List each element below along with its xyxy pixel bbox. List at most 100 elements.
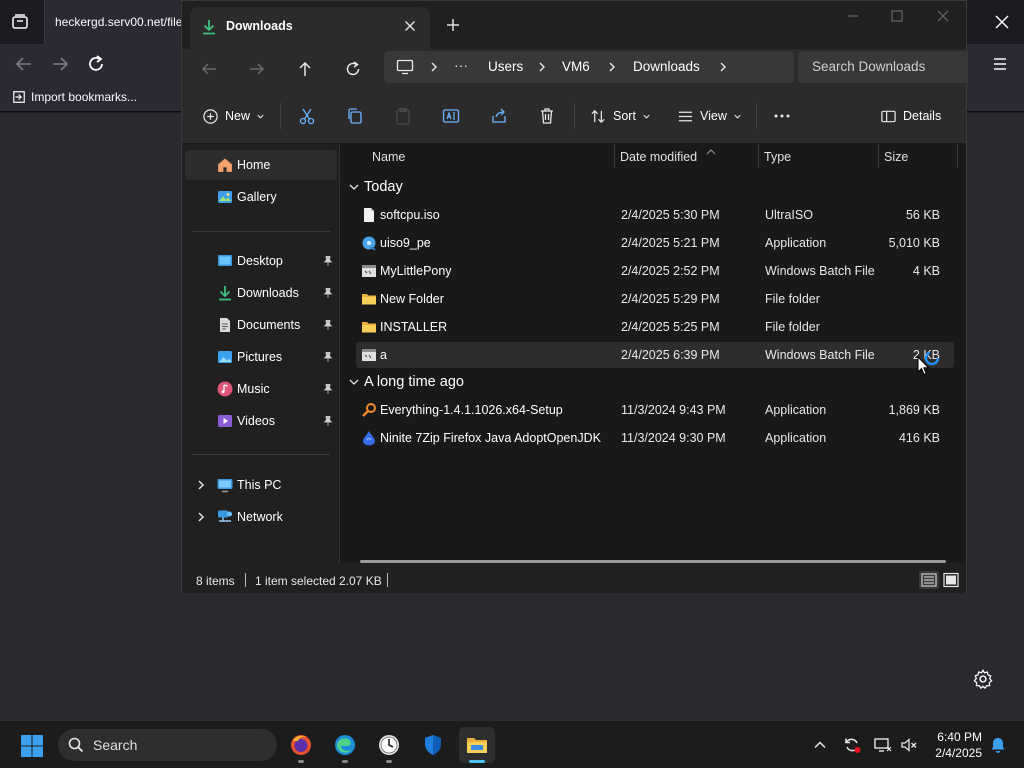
back-icon[interactable] (196, 56, 222, 82)
refresh-icon[interactable] (340, 56, 366, 82)
up-icon[interactable] (292, 56, 318, 82)
pin-icon[interactable] (322, 287, 334, 299)
file-list: Name Date modified Type Size Today softc… (342, 144, 966, 563)
nav-item-music[interactable]: Music (185, 374, 337, 404)
tab-list-icon[interactable] (10, 12, 30, 32)
tab-close-icon[interactable] (402, 18, 418, 34)
search-downloads-input[interactable]: Search Downloads (798, 51, 968, 83)
running-indicator (386, 760, 392, 763)
breadcrumb-users[interactable]: Users (488, 59, 523, 74)
nav-item-pictures[interactable]: Pictures (185, 342, 337, 372)
browser-tab[interactable]: heckergd.serv00.net/file (44, 0, 189, 44)
details-pane-button[interactable]: Details (880, 104, 941, 128)
more-options-icon[interactable] (772, 106, 792, 126)
pin-icon[interactable] (322, 255, 334, 267)
chevron-down-icon (734, 114, 741, 119)
volume-muted-icon[interactable] (899, 735, 919, 755)
pin-icon[interactable] (322, 415, 334, 427)
taskbar-file-explorer[interactable] (459, 727, 495, 763)
minimize-icon[interactable] (844, 7, 862, 25)
group-label: A long time ago (364, 374, 464, 390)
new-tab-icon[interactable] (444, 16, 462, 34)
file-name: softcpu.iso (380, 208, 440, 222)
nav-item-gallery[interactable]: Gallery (185, 182, 337, 212)
large-icons-view-icon[interactable] (941, 571, 961, 589)
taskbar-date: 2/4/2025 (935, 746, 982, 760)
nav-item-network[interactable]: Network (185, 502, 337, 532)
file-type: Application (765, 403, 827, 417)
rename-icon[interactable] (441, 106, 461, 126)
column-separator[interactable] (878, 144, 879, 168)
address-field[interactable]: ··· Users VM6 Downloads (384, 51, 794, 83)
view-list-icon (678, 111, 693, 121)
cut-icon[interactable] (297, 106, 317, 126)
view-button[interactable]: View (677, 104, 742, 128)
show-hidden-icons-chevron-icon[interactable] (810, 735, 830, 755)
sort-button[interactable]: Sort (590, 104, 651, 128)
nav-item-home[interactable]: Home (185, 150, 337, 180)
pin-icon[interactable] (322, 351, 334, 363)
settings-gear-icon[interactable] (972, 668, 994, 690)
breadcrumb-vm6[interactable]: VM6 (562, 59, 590, 74)
nav-item-videos[interactable]: Videos (185, 406, 337, 436)
group-header-today[interactable]: Today (348, 177, 403, 197)
column-separator[interactable] (957, 144, 958, 168)
forward-icon[interactable] (244, 56, 270, 82)
file-size: 56 KB (905, 208, 940, 222)
details-view-icon[interactable] (919, 571, 939, 589)
import-bookmarks-link[interactable]: Import bookmarks... (12, 90, 137, 104)
browser-close-icon[interactable] (992, 12, 1012, 32)
delete-icon[interactable] (537, 106, 557, 126)
explorer-tab-downloads[interactable]: Downloads (190, 7, 430, 49)
taskbar-edge[interactable] (327, 727, 363, 763)
column-header-type[interactable]: Type (764, 150, 791, 164)
table-row[interactable]: MyLittlePony 2/4/2025 2:52 PM Windows Ba… (356, 258, 954, 284)
browser-reload-icon[interactable] (84, 52, 108, 76)
table-row[interactable]: New Folder 2/4/2025 5:29 PM File folder (356, 286, 954, 312)
table-row[interactable]: Ninite 7Zip Firefox Java AdoptOpenJDK x.… (356, 425, 954, 451)
browser-back-icon[interactable] (12, 52, 36, 76)
nav-item-this-pc[interactable]: This PC (185, 470, 337, 500)
new-button[interactable]: New (202, 104, 265, 128)
browser-menu-icon[interactable] (988, 52, 1012, 76)
file-type: Windows Batch File (765, 348, 875, 362)
column-header-name[interactable]: Name (372, 150, 405, 164)
taskbar-search-box[interactable]: Search (58, 729, 277, 761)
maximize-icon[interactable] (888, 7, 906, 25)
column-separator[interactable] (758, 144, 759, 168)
network-display-icon[interactable] (873, 735, 893, 755)
close-window-icon[interactable] (934, 7, 952, 25)
table-row[interactable]: Everything-1.4.1.1026.x64-Setup 11/3/202… (356, 397, 954, 423)
nav-divider (192, 454, 330, 455)
taskbar-clock[interactable]: 6:40 PM 2/4/2025 (926, 729, 982, 761)
pin-icon[interactable] (322, 383, 334, 395)
table-row[interactable]: uiso9_pe 2/4/2025 5:21 PM Application 5,… (356, 230, 954, 256)
expand-chevron-icon[interactable] (195, 511, 207, 523)
breadcrumb-downloads[interactable]: Downloads (633, 59, 700, 74)
column-header-size[interactable]: Size (884, 150, 908, 164)
taskbar-defender[interactable] (415, 727, 451, 763)
column-separator[interactable] (614, 144, 615, 168)
notification-bell-icon[interactable] (988, 735, 1008, 755)
taskbar-firefox[interactable] (283, 727, 319, 763)
nav-item-desktop[interactable]: Desktop (185, 246, 337, 276)
share-icon[interactable] (489, 106, 509, 126)
sync-update-icon[interactable] (842, 735, 862, 755)
table-row[interactable]: softcpu.iso 2/4/2025 5:30 PM UltraISO 56… (356, 202, 954, 228)
table-row-selected[interactable]: a 2/4/2025 6:39 PM Windows Batch File 2 … (356, 342, 954, 368)
file-explorer-window: Downloads ··· Users VM6 Downloads Search… (181, 0, 968, 593)
windows-start-icon[interactable] (20, 734, 44, 758)
paste-icon[interactable] (393, 106, 413, 126)
sort-ascending-caret-icon (706, 144, 716, 155)
copy-icon[interactable] (345, 106, 365, 126)
column-header-date[interactable]: Date modified (620, 150, 697, 164)
taskbar-clock-app[interactable] (371, 727, 407, 763)
group-header-long-time-ago[interactable]: A long time ago (348, 372, 464, 392)
breadcrumb-overflow-icon[interactable]: ··· (454, 57, 468, 73)
nav-item-downloads[interactable]: Downloads (185, 278, 337, 308)
expand-chevron-icon[interactable] (195, 479, 207, 491)
browser-forward-icon[interactable] (48, 52, 72, 76)
nav-item-documents[interactable]: Documents (185, 310, 337, 340)
pin-icon[interactable] (322, 319, 334, 331)
table-row[interactable]: INSTALLER 2/4/2025 5:25 PM File folder (356, 314, 954, 340)
